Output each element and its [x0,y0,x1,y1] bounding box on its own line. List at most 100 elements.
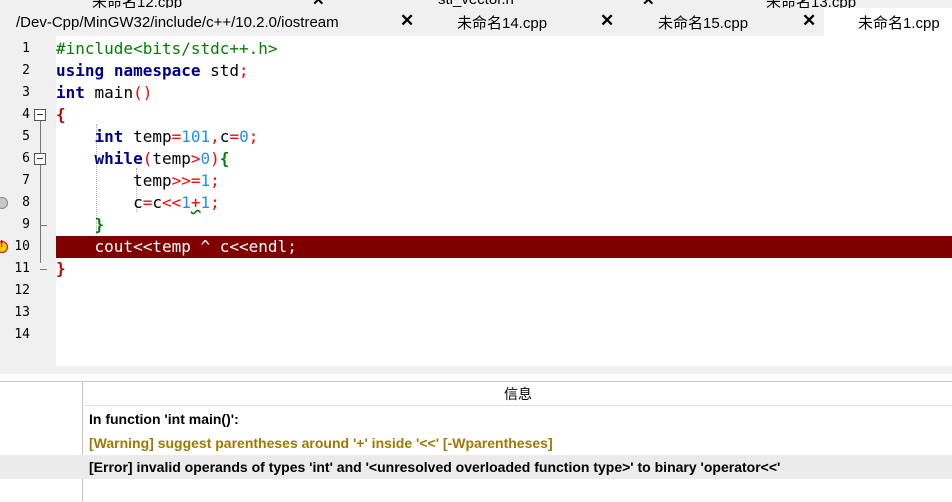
code-token: 1 [181,193,191,212]
code-line[interactable]: int temp=101,c=0; [56,126,952,148]
code-line[interactable]: temp>>=1; [56,170,952,192]
line-number[interactable]: 8 [0,192,30,214]
line-number[interactable]: 4 [0,104,30,126]
code-token: = [229,127,240,146]
line-number[interactable]: 5 [0,126,30,148]
tab-strip-upper: 未命名12.cpp ✕ stl_vector.h ✕ 未命名13.cpp [0,0,952,8]
code-line[interactable] [56,302,952,324]
code-token: { [56,105,66,124]
code-token: c [133,193,143,212]
line-number-gutter[interactable]: 1234567891011121314 [0,36,56,374]
code-area[interactable]: #include<bits/stdc++.h> using namespace s… [56,36,952,366]
code-token: 1 [200,193,211,212]
code-token: + [190,193,201,212]
message-row[interactable]: [Warning] suggest parentheses around '+'… [0,431,952,455]
code-line[interactable]: int main() [56,82,952,104]
close-icon[interactable]: ✕ [312,0,325,8]
code-line-error[interactable]: cout<<temp ^ c<<endl; [56,236,952,258]
code-token: while [94,149,143,168]
tab-iostream[interactable]: /Dev-Cpp/MinGW32/include/c++/10.2.0/iost… [0,8,420,36]
close-icon[interactable]: ✕ [400,11,414,31]
code-token: { [219,149,230,168]
line-number[interactable]: 10 [0,236,30,258]
tab-strip: /Dev-Cpp/MinGW32/include/c++/10.2.0/iost… [0,8,952,36]
code-token: ; [210,171,220,190]
code-token: int [94,127,124,146]
line-number[interactable]: 9 [0,214,30,236]
tab-upper-1[interactable]: 未命名12.cpp [92,0,182,8]
tab-label: 未命名1.cpp [858,14,940,32]
code-token: > [190,149,201,168]
line-number[interactable]: 3 [0,82,30,104]
code-line[interactable]: while(temp>0){ [56,148,952,170]
message-row[interactable]: In function 'int main()': [0,407,952,431]
compiler-messages-panel: 信息 In function 'int main()': [Warning] s… [0,381,952,502]
code-token: () [133,83,153,102]
close-icon[interactable]: ✕ [600,11,614,31]
messages-header[interactable]: 信息 [84,382,952,406]
code-token: = [142,193,153,212]
code-line[interactable]: { [56,104,952,126]
code-token: = [171,127,182,146]
code-line[interactable]: } [56,214,952,236]
line-number[interactable]: 13 [0,302,30,324]
tab-unnamed15[interactable]: 未命名15.cpp ✕ [620,8,824,36]
code-token: ; [239,61,249,80]
code-line[interactable] [56,324,952,346]
fold-toggle-icon[interactable] [34,109,46,121]
code-token: temp [152,149,191,168]
line-number[interactable]: 2 [0,60,30,82]
message-text: [Warning] suggest parentheses around '+'… [89,435,553,451]
close-icon[interactable]: ✕ [802,11,816,31]
tab-upper-2[interactable]: stl_vector.h [438,0,514,8]
line-number[interactable]: 7 [0,170,30,192]
line-number[interactable]: 11 [0,258,30,280]
code-line[interactable]: c=c<<1+1; [56,192,952,214]
message-row-selected[interactable]: [Error] invalid operands of types 'int' … [0,455,952,479]
fold-guide [40,121,41,263]
fold-end-marker [40,225,47,226]
code-token: int [56,83,85,102]
tab-upper-3[interactable]: 未命名13.cpp [766,0,856,8]
close-icon[interactable]: ✕ [642,0,655,8]
fold-toggle-icon[interactable] [34,153,46,165]
code-line[interactable]: #include<bits/stdc++.h> [56,38,952,60]
tab-label: 未命名15.cpp [658,14,749,32]
horizontal-scrollbar[interactable] [0,366,952,374]
code-editor[interactable]: 1234567891011121314 #include<bits/stdc++… [0,36,952,374]
code-token: >>= [171,171,201,190]
code-token: temp [133,171,172,190]
tab-label: /Dev-Cpp/MinGW32/include/c++/10.2.0/iost… [16,13,339,31]
line-number[interactable]: 12 [0,280,30,302]
code-token: << [161,193,182,212]
code-line[interactable]: } [56,258,952,280]
message-text: In function 'int main()': [89,411,239,427]
code-token: using [56,61,105,80]
fold-end-marker [40,269,47,270]
line-number[interactable]: 6 [0,148,30,170]
tab-unnamed14[interactable]: 未命名14.cpp ✕ [420,8,620,36]
line-number[interactable]: 14 [0,324,30,346]
code-token: 0 [200,149,211,168]
code-token: 101 [181,127,211,146]
code-token: ( [142,149,153,168]
code-token: } [56,259,66,278]
line-number[interactable]: 1 [0,38,30,60]
code-token: temp [123,127,172,146]
code-token: ; [248,127,259,146]
code-token: main [84,83,134,102]
code-token: ; [210,193,220,212]
code-token: cout<<temp ^ c<<endl; [56,237,297,256]
tab-unnamed1[interactable]: 未命名1.cpp [824,8,952,36]
code-line[interactable] [56,280,952,302]
code-line[interactable]: using namespace std; [56,60,952,82]
message-text: [Error] invalid operands of types 'int' … [89,459,781,475]
code-token: namespace [113,61,201,80]
code-token: #include<bits/stdc++.h> [56,39,278,58]
